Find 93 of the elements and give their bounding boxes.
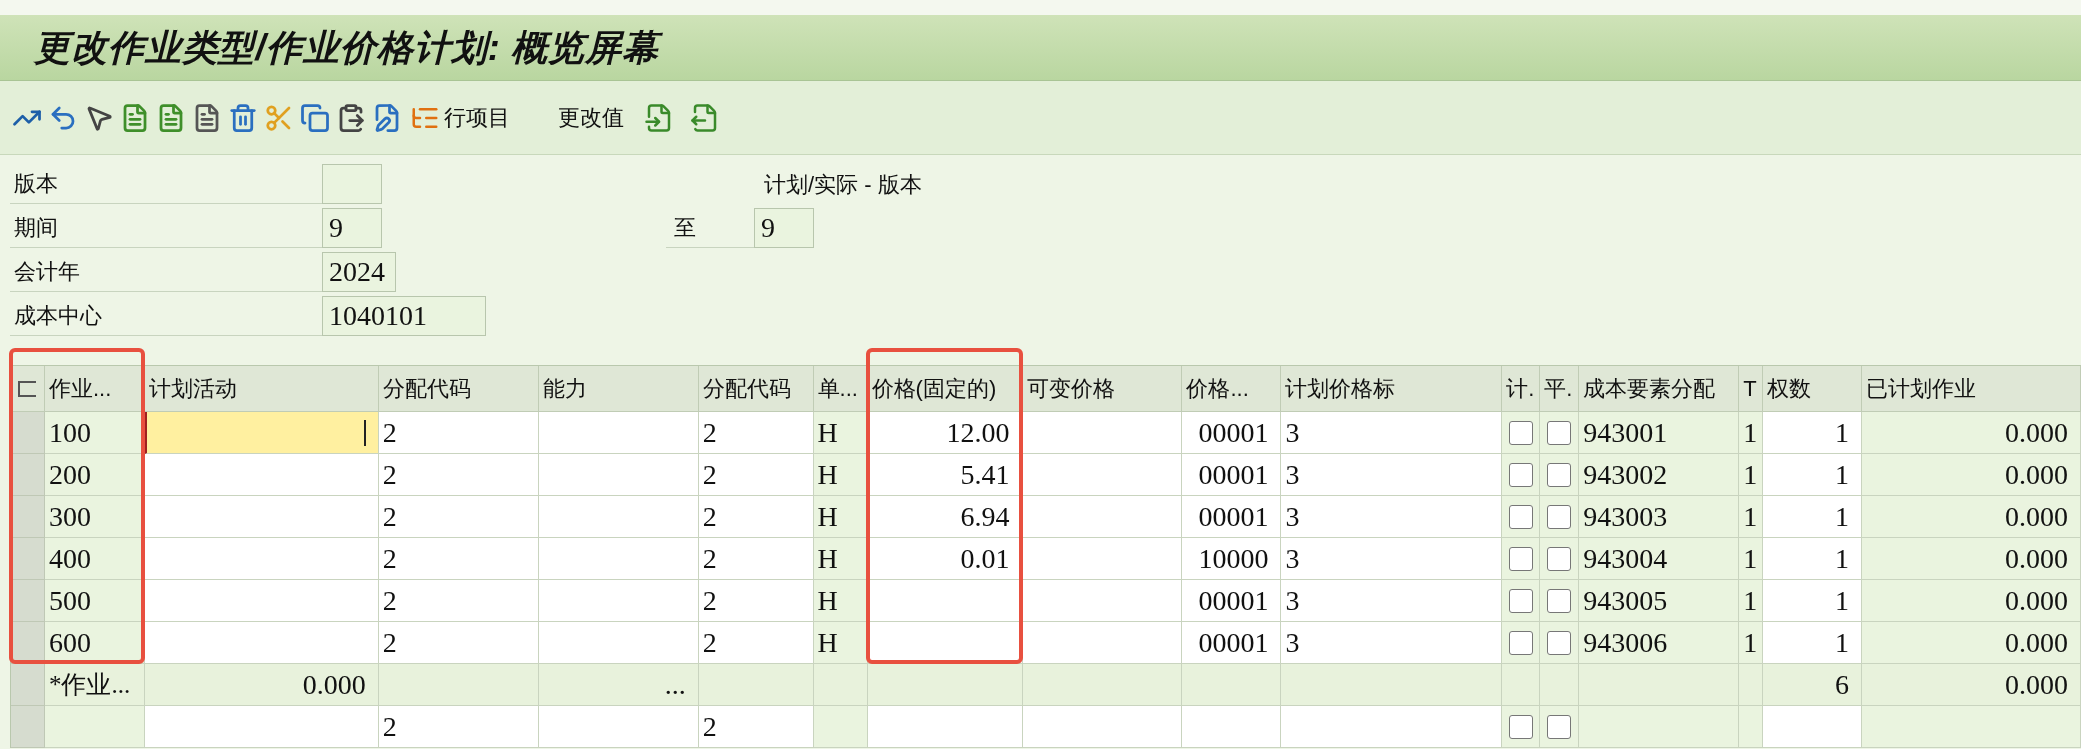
- table-cell: 2: [698, 538, 814, 580]
- trash-icon[interactable]: [228, 102, 258, 133]
- table-cell: 0.000: [1862, 496, 2081, 538]
- input-field[interactable]: 9: [754, 208, 814, 248]
- checkbox[interactable]: [1508, 630, 1533, 655]
- table-cell: 1: [1739, 580, 1764, 622]
- table-cell: 2: [698, 580, 814, 622]
- table-cell: 3: [1281, 496, 1503, 538]
- table-cell: 2: [698, 496, 814, 538]
- table-cell: 943004: [1579, 538, 1740, 580]
- table-cell: 1: [1739, 538, 1764, 580]
- table-cell: 1: [1763, 496, 1863, 538]
- checkbox[interactable]: [1547, 504, 1572, 529]
- checkbox[interactable]: [1508, 546, 1533, 571]
- table-cell: 3: [1281, 538, 1503, 580]
- table-cell: 943003: [1579, 496, 1740, 538]
- checkbox[interactable]: [1547, 546, 1572, 571]
- table-cell: H: [813, 454, 868, 496]
- table-cell: 1: [1739, 496, 1764, 538]
- table-cell: H: [813, 496, 868, 538]
- version-text: 计划/实际 - 版本: [764, 170, 922, 199]
- table-cell: 00001: [1182, 496, 1282, 538]
- table-cell: 1: [1739, 412, 1764, 454]
- copy-icon[interactable]: [300, 102, 330, 133]
- input-field[interactable]: 9: [322, 208, 382, 248]
- checkbox[interactable]: [1508, 462, 1533, 487]
- table-cell: 1: [1739, 454, 1764, 496]
- table-cell: *作业...: [45, 664, 145, 706]
- table-cell: [813, 664, 868, 706]
- table-cell: 2: [378, 496, 539, 538]
- table-cell: H: [813, 622, 868, 664]
- table-cell: 2: [378, 412, 539, 454]
- table-cell: 2: [378, 454, 539, 496]
- table-cell: H: [813, 412, 868, 454]
- table-cell: 2: [378, 538, 539, 580]
- table-cell: 0.000: [1862, 538, 2081, 580]
- checkbox[interactable]: [1508, 714, 1533, 739]
- input-field[interactable]: 2024: [322, 252, 396, 292]
- table-cell: 1: [1763, 454, 1863, 496]
- table-cell: 943002: [1579, 454, 1740, 496]
- table-cell: 2: [698, 412, 814, 454]
- table-cell: 0.000: [1862, 622, 2081, 664]
- table-cell: 943005: [1579, 580, 1740, 622]
- table-cell: 2: [378, 580, 539, 622]
- checkbox[interactable]: [1508, 504, 1533, 529]
- table-cell: 2: [378, 706, 539, 748]
- checkbox[interactable]: [1547, 714, 1572, 739]
- line-items-button[interactable]: 行项目: [408, 101, 512, 134]
- change-values-button[interactable]: 更改值: [558, 101, 624, 134]
- table-cell: 00001: [1182, 412, 1282, 454]
- table-cell: 943001: [1579, 412, 1740, 454]
- table-cell: ...: [538, 664, 699, 706]
- table-cell: 3: [1281, 454, 1503, 496]
- table-cell: 2: [698, 454, 814, 496]
- checkbox[interactable]: [1547, 462, 1572, 487]
- row-selector[interactable]: [11, 538, 45, 580]
- table-cell: 1: [1763, 412, 1863, 454]
- table-cell: 0.000: [1862, 664, 2081, 706]
- table-cell: H: [813, 538, 868, 580]
- checkbox[interactable]: [1547, 630, 1572, 655]
- table-cell: 0.000: [1862, 412, 2081, 454]
- table-cell: 943006: [1579, 622, 1740, 664]
- table-cell: 1: [1739, 622, 1764, 664]
- table-cell: 0.000: [144, 664, 379, 706]
- table-cell: [1739, 664, 1764, 706]
- table-cell: 2: [378, 622, 539, 664]
- input-field[interactable]: [322, 164, 382, 204]
- checkbox[interactable]: [1508, 588, 1533, 613]
- table-cell: 00001: [1182, 454, 1282, 496]
- table-cell: 1: [1763, 622, 1863, 664]
- input-field[interactable]: 1040101: [322, 296, 486, 336]
- table-cell: 10000: [1182, 538, 1282, 580]
- table-cell: 0.000: [1862, 454, 2081, 496]
- table-cell: H: [813, 580, 868, 622]
- row-selector[interactable]: [11, 496, 45, 538]
- table-cell: 3: [1281, 412, 1503, 454]
- table-cell: 3: [1281, 580, 1503, 622]
- table-cell: 00001: [1182, 622, 1282, 664]
- table-cell: 0.000: [1862, 580, 2081, 622]
- checkbox[interactable]: [1547, 588, 1572, 613]
- row-selector[interactable]: [11, 580, 45, 622]
- table-cell: 1: [1763, 538, 1863, 580]
- table-cell: 6: [1763, 664, 1863, 706]
- checkbox[interactable]: [1508, 420, 1533, 445]
- table-cell: 00001: [1182, 580, 1282, 622]
- checkbox[interactable]: [1547, 420, 1572, 445]
- row-selector[interactable]: [11, 454, 45, 496]
- input-field[interactable]: [144, 412, 379, 454]
- table-cell: 1: [1763, 580, 1863, 622]
- table-cell: 2: [698, 622, 814, 664]
- table-cell: 2: [698, 706, 814, 748]
- row-selector[interactable]: [11, 412, 45, 454]
- table-cell: 3: [1281, 622, 1503, 664]
